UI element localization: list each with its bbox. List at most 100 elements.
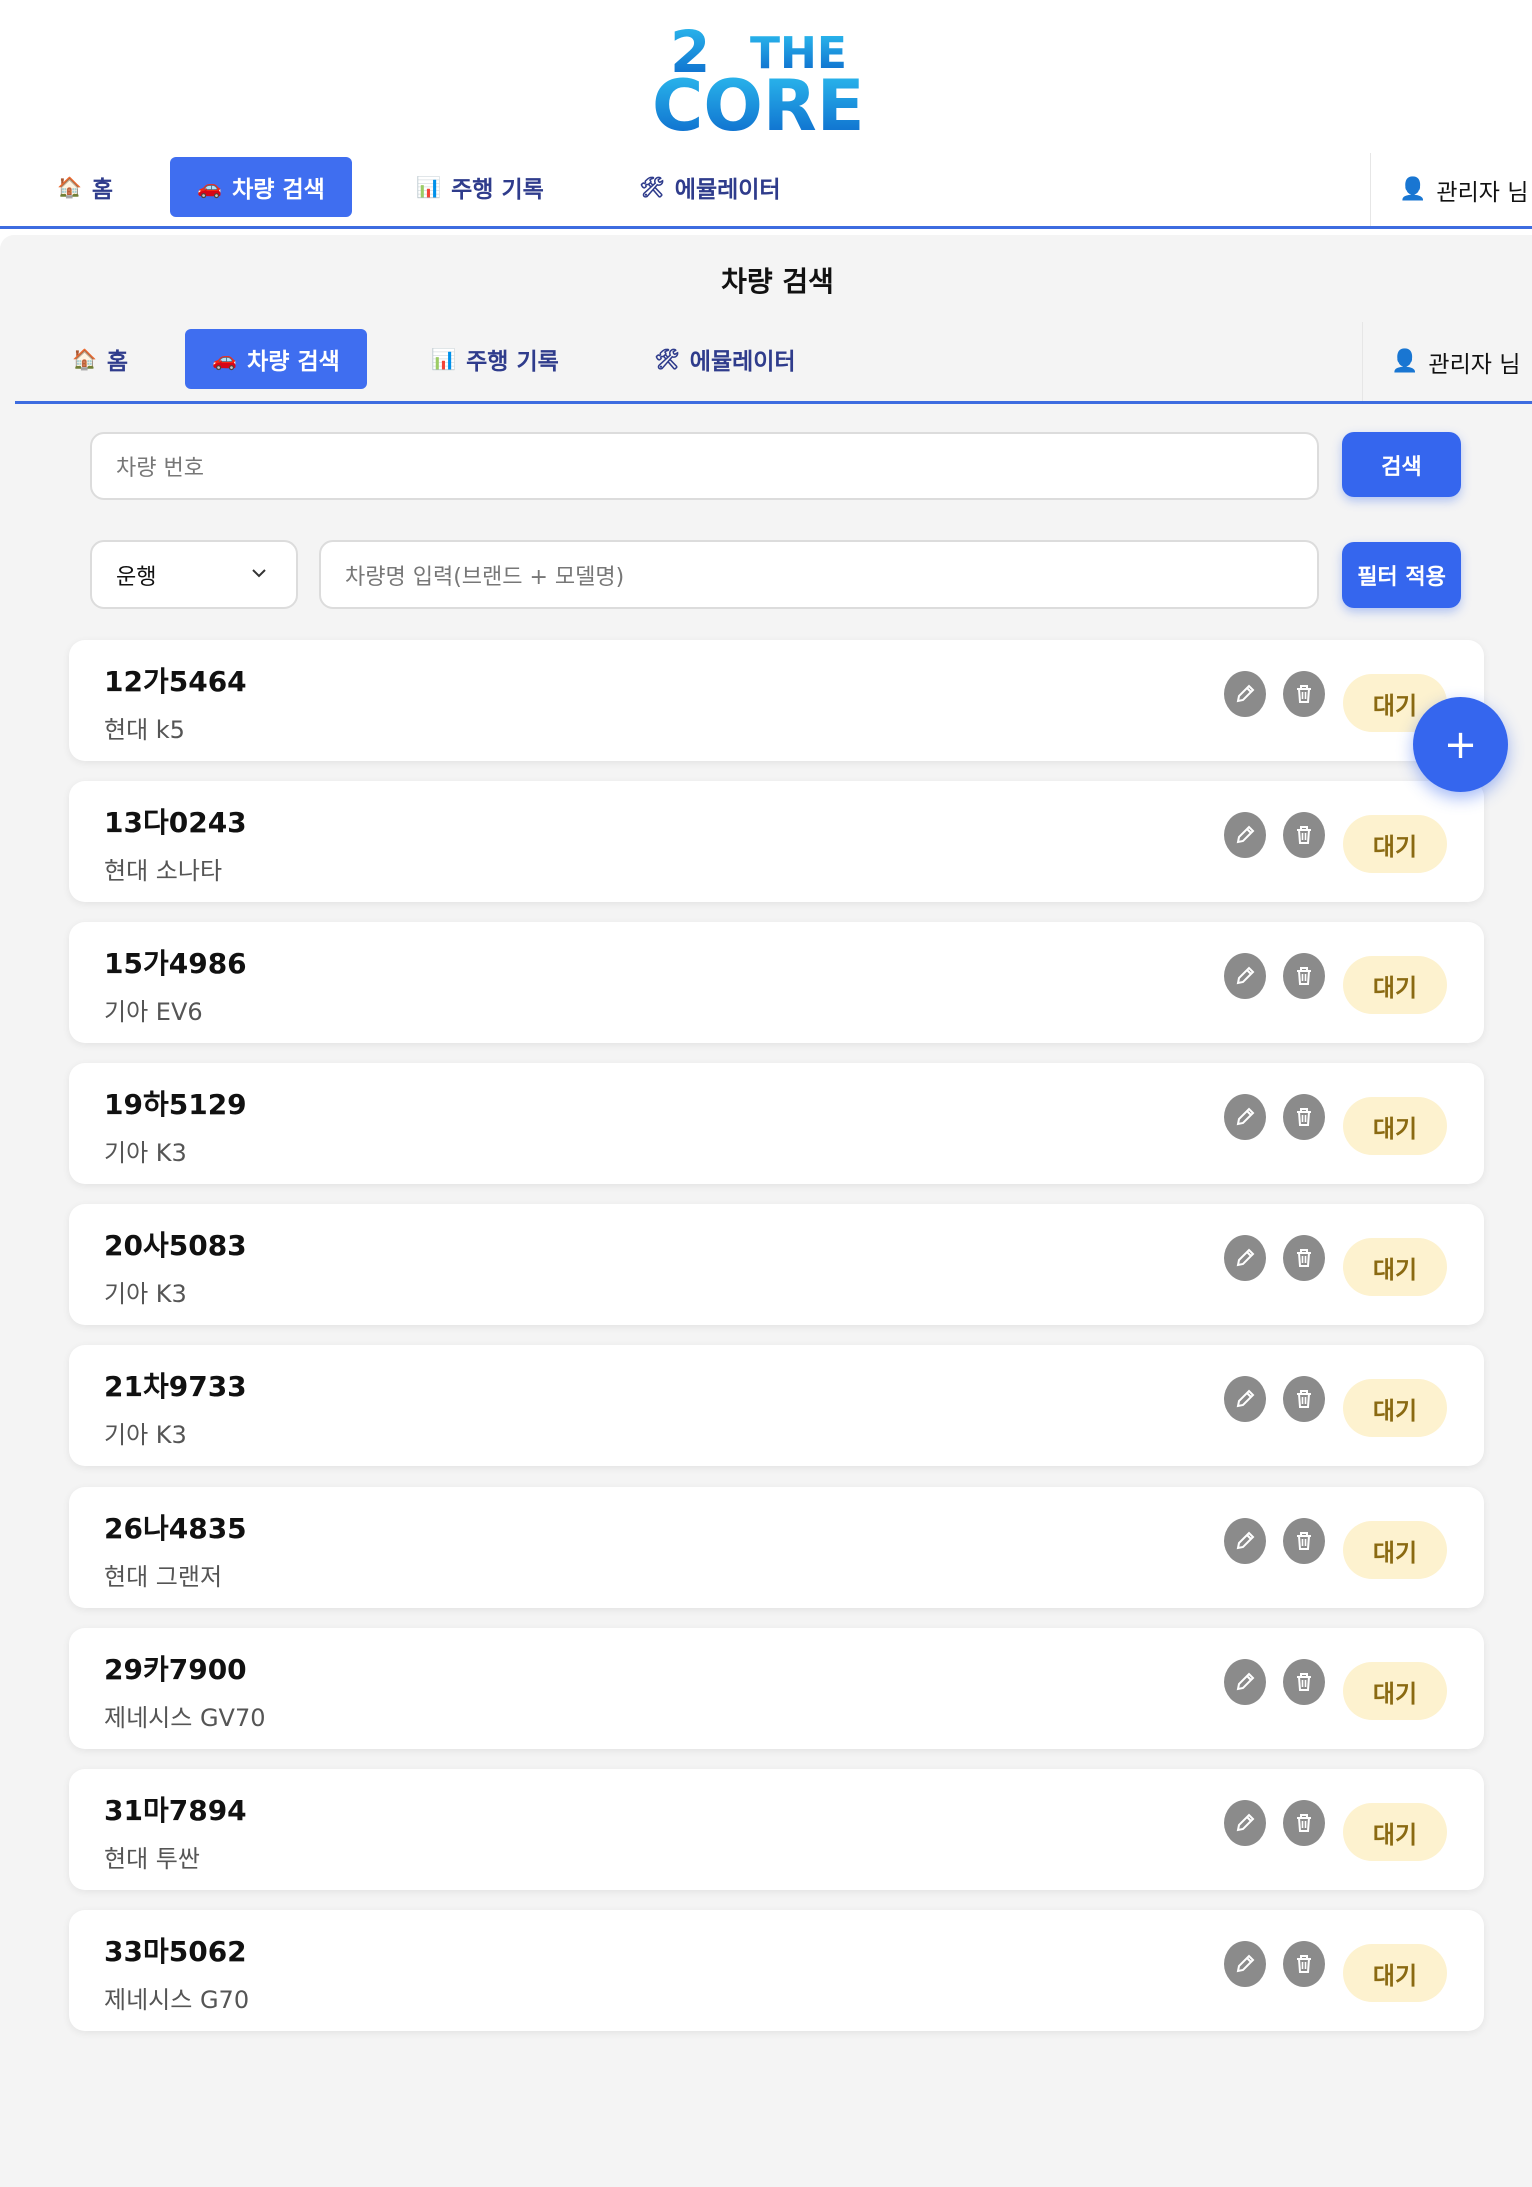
vehicle-card[interactable]: 21차9733 기아 K3 대기: [69, 1345, 1484, 1466]
vehicle-card[interactable]: 29카7900 제네시스 GV70 대기: [69, 1628, 1484, 1749]
vehicle-plate: 21차9733: [104, 1370, 247, 1403]
vehicle-model: 기아 K3: [104, 1421, 187, 1449]
nav-emulator[interactable]: 🛠 에뮬레이터: [625, 157, 795, 217]
vehicle-card[interactable]: 31마7894 현대 투싼 대기: [69, 1769, 1484, 1890]
pencil-icon: [1236, 966, 1255, 985]
trash-icon: [1297, 1814, 1311, 1832]
vehicle-plate: 15가4986: [104, 947, 247, 980]
tools-icon: 🛠: [639, 175, 665, 199]
status-badge: 대기: [1343, 1803, 1447, 1861]
delete-button[interactable]: [1283, 1094, 1325, 1140]
nav-emulator-label: 에뮬레이터: [674, 177, 781, 203]
pencil-icon: [1236, 1389, 1255, 1408]
status-select[interactable]: 운행: [90, 540, 298, 609]
delete-button[interactable]: [1283, 1941, 1325, 1987]
vehicle-model: 기아 K3: [104, 1280, 187, 1308]
car-icon: 🚗: [197, 175, 223, 199]
vehicle-model: 제네시스 GV70: [104, 1704, 266, 1732]
vehicle-model: 기아 EV6: [104, 998, 203, 1026]
add-vehicle-button[interactable]: +: [1413, 697, 1508, 792]
subnav-user[interactable]: 👤 관리자 님: [1362, 322, 1532, 401]
nav-driving-log-label: 주행 기록: [451, 177, 544, 203]
vehicle-plate: 31마7894: [104, 1794, 247, 1827]
vehicle-card[interactable]: 15가4986 기아 EV6 대기: [69, 922, 1484, 1043]
nav-vehicle-search[interactable]: 🚗 차량 검색: [170, 157, 352, 217]
delete-button[interactable]: [1283, 1659, 1325, 1705]
nav-user[interactable]: 👤 관리자 님: [1370, 153, 1532, 226]
subnav-user-label: 관리자 님: [1428, 351, 1521, 378]
trash-icon: [1297, 1532, 1311, 1550]
delete-button[interactable]: [1283, 1235, 1325, 1281]
pencil-icon: [1236, 1248, 1255, 1267]
subnav-emulator[interactable]: 🛠 에뮬레이터: [640, 329, 810, 389]
top-nav: 🏠 홈 🚗 차량 검색 📊 주행 기록 🛠 에뮬레이터 👤 관리자 님: [0, 153, 1532, 229]
pencil-icon: [1236, 1672, 1255, 1691]
filter-apply-button[interactable]: 필터 적용: [1342, 542, 1461, 608]
vehicle-model: 제네시스 G70: [104, 1986, 250, 2014]
pencil-icon: [1236, 1954, 1255, 1973]
status-badge: 대기: [1343, 1944, 1447, 2002]
home-icon: 🏠: [71, 347, 97, 371]
plate-search-placeholder: 차량 번호: [116, 456, 204, 481]
vehicle-card[interactable]: 12가5464 현대 k5 대기: [69, 640, 1484, 761]
trash-icon: [1297, 1108, 1311, 1126]
tools-icon: 🛠: [654, 347, 680, 371]
brand-logo[interactable]: 2 THE CORE: [650, 22, 905, 137]
edit-button[interactable]: [1224, 953, 1266, 999]
edit-button[interactable]: [1224, 1235, 1266, 1281]
vehicle-model: 현대 그랜저: [104, 1563, 223, 1591]
vehicle-card[interactable]: 26나4835 현대 그랜저 대기: [69, 1487, 1484, 1608]
vehicle-card[interactable]: 13다0243 현대 소나타 대기: [69, 781, 1484, 902]
edit-button[interactable]: [1224, 812, 1266, 858]
subnav-driving-log-label: 주행 기록: [466, 349, 559, 375]
chevron-down-icon: [252, 569, 266, 578]
vehicle-plate: 12가5464: [104, 665, 247, 698]
vehicle-plate: 29카7900: [104, 1653, 247, 1686]
vehicle-model: 기아 K3: [104, 1139, 187, 1167]
pencil-icon: [1236, 1107, 1255, 1126]
edit-button[interactable]: [1224, 671, 1266, 717]
status-badge: 대기: [1343, 1662, 1447, 1720]
delete-button[interactable]: [1283, 953, 1325, 999]
vehicle-card[interactable]: 20사5083 기아 K3 대기: [69, 1204, 1484, 1325]
header: 2 THE CORE: [0, 0, 1532, 150]
search-button[interactable]: 검색: [1342, 432, 1461, 497]
vehicle-plate: 20사5083: [104, 1229, 247, 1262]
subnav-emulator-label: 에뮬레이터: [689, 349, 796, 375]
user-icon: 👤: [1399, 177, 1427, 202]
vehicle-card[interactable]: 19하5129 기아 K3 대기: [69, 1063, 1484, 1184]
delete-button[interactable]: [1283, 1376, 1325, 1422]
edit-button[interactable]: [1224, 1094, 1266, 1140]
edit-button[interactable]: [1224, 1659, 1266, 1705]
trash-icon: [1297, 967, 1311, 985]
chart-icon: 📊: [416, 175, 442, 199]
vehicle-name-placeholder: 차량명 입력(브랜드 + 모델명): [345, 564, 625, 590]
subnav-vehicle-search-label: 차량 검색: [247, 349, 340, 375]
nav-driving-log[interactable]: 📊 주행 기록: [405, 157, 555, 217]
status-badge: 대기: [1343, 956, 1447, 1014]
nav-home[interactable]: 🏠 홈: [40, 157, 130, 217]
edit-button[interactable]: [1224, 1518, 1266, 1564]
subnav-home[interactable]: 🏠 홈: [55, 329, 145, 389]
delete-button[interactable]: [1283, 671, 1325, 717]
delete-button[interactable]: [1283, 812, 1325, 858]
edit-button[interactable]: [1224, 1376, 1266, 1422]
nav-user-label: 관리자 님: [1436, 179, 1529, 206]
subnav-driving-log[interactable]: 📊 주행 기록: [420, 329, 570, 389]
vehicle-name-input[interactable]: 차량명 입력(브랜드 + 모델명): [319, 540, 1319, 609]
vehicle-card[interactable]: 33마5062 제네시스 G70 대기: [69, 1910, 1484, 2031]
delete-button[interactable]: [1283, 1800, 1325, 1846]
plate-search-input[interactable]: 차량 번호: [90, 432, 1319, 500]
edit-button[interactable]: [1224, 1941, 1266, 1987]
delete-button[interactable]: [1283, 1518, 1325, 1564]
vehicle-plate: 19하5129: [104, 1088, 247, 1121]
pencil-icon: [1236, 1813, 1255, 1832]
subnav-vehicle-search[interactable]: 🚗 차량 검색: [185, 329, 367, 389]
status-badge: 대기: [1343, 1521, 1447, 1579]
status-badge: 대기: [1343, 1097, 1447, 1155]
nav-home-label: 홈: [91, 177, 114, 203]
trash-icon: [1297, 1249, 1311, 1267]
trash-icon: [1297, 685, 1311, 703]
edit-button[interactable]: [1224, 1800, 1266, 1846]
vehicle-model: 현대 k5: [104, 716, 185, 744]
